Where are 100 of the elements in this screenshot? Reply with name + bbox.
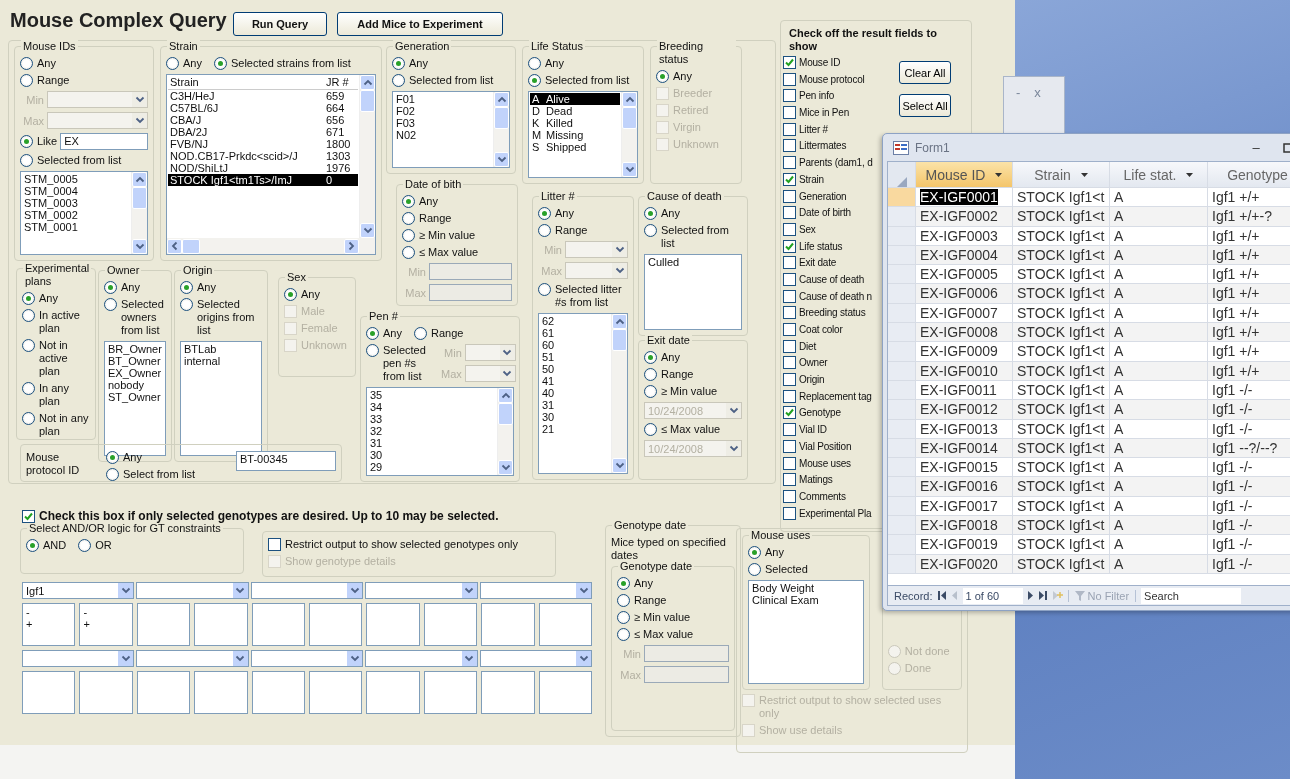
list-item[interactable]: 29 — [368, 461, 496, 473]
column-header[interactable]: Mouse ID — [916, 162, 1013, 188]
list-box[interactable] — [423, 603, 478, 646]
list-item[interactable]: CBA/J 656 — [168, 114, 358, 126]
scroll-thumb[interactable] — [622, 107, 637, 129]
list-box[interactable]: Strain JR # C3H/HeJ 659 C57BL/6J 664 CBA/J 656 DBA/2J 671 FVB/NJ 1800 NOD.CB17-Prkdc<scid>/J 1303 NOD/ShiLtJ 1976 STOCK Igf1<tm1Ts>/ImJ 0 — [166, 74, 376, 255]
list-box[interactable] — [251, 603, 305, 646]
dropdown[interactable] — [22, 650, 135, 667]
list-item[interactable]: STM_0004 — [22, 185, 130, 197]
scroll-up-button[interactable] — [494, 92, 509, 107]
list-box[interactable]: Culled — [644, 254, 742, 330]
radio-button[interactable]: Any — [538, 207, 628, 220]
checkbox[interactable]: Restrict output to show selected genotypes only — [268, 538, 550, 551]
checkbox[interactable]: Strain — [783, 172, 824, 186]
list-item[interactable]: C57BL/6J 664 — [168, 102, 358, 114]
list-item[interactable]: 51 — [540, 351, 610, 363]
list-item[interactable]: 31 — [368, 437, 496, 449]
list-box[interactable] — [136, 671, 191, 714]
list-item[interactable]: STM_0003 — [22, 197, 130, 209]
column-header[interactable]: Life stat. — [1110, 162, 1208, 188]
checkbox[interactable]: Owner — [783, 356, 828, 370]
checkbox[interactable]: Generation — [783, 189, 847, 203]
list-box[interactable] — [366, 671, 420, 714]
checkbox[interactable]: Check this box if only selected genotypes are desired. Up to 10 may be selected. — [22, 510, 499, 523]
list-item[interactable]: FVB/NJ 1800 — [168, 138, 358, 150]
list-box[interactable] — [309, 671, 363, 714]
horizontal-scrollbar[interactable] — [167, 238, 375, 254]
list-box[interactable] — [194, 671, 248, 714]
checkbox[interactable]: Pen info — [783, 89, 835, 103]
list-item[interactable]: BT-00345 — [238, 453, 334, 465]
checkbox[interactable]: Mouse ID — [783, 56, 841, 69]
radio-button[interactable]: Selected from list — [528, 74, 638, 87]
scroll-thumb[interactable] — [494, 107, 509, 129]
list-item[interactable]: 32 — [368, 425, 496, 437]
scroll-up-button[interactable] — [360, 75, 375, 90]
vertical-scrollbar[interactable] — [359, 75, 375, 238]
list-item[interactable]: A Alive — [530, 93, 620, 105]
list-item[interactable]: M Missing — [530, 129, 620, 141]
scroll-up-button[interactable] — [498, 388, 513, 403]
new-record-icon[interactable] — [1052, 591, 1063, 600]
list-item[interactable]: C3H/HeJ 659 — [168, 90, 358, 102]
column-header[interactable]: Genotype — [1208, 162, 1290, 188]
list-box[interactable] — [423, 671, 478, 714]
scroll-thumb[interactable] — [182, 238, 200, 254]
radio-button[interactable]: Any — [656, 70, 736, 83]
list-item[interactable]: STM_0001 — [22, 221, 130, 233]
radio-button[interactable]: Any — [180, 281, 262, 294]
checkbox[interactable]: Date of birth — [783, 206, 851, 220]
radio-button[interactable]: Select from list — [106, 468, 224, 481]
dropdown[interactable] — [136, 650, 249, 667]
list-item[interactable]: 31 — [540, 399, 610, 411]
list-item[interactable]: 35 — [368, 389, 496, 401]
maximize-icon[interactable] — [1282, 142, 1290, 153]
list-item[interactable]: 33 — [368, 413, 496, 425]
list-item[interactable]: F02 — [394, 105, 492, 117]
list-item[interactable]: + — [26, 618, 72, 630]
list-box[interactable]: STM_0005 STM_0004 STM_0003 STM_0002 STM_0001 — [20, 171, 148, 255]
list-item[interactable]: - — [26, 606, 72, 618]
button[interactable]: Run Query — [233, 12, 327, 36]
checkbox[interactable]: Matings — [783, 473, 833, 487]
checkbox[interactable]: Cause of death — [783, 272, 865, 286]
checkbox[interactable]: Exit date — [783, 256, 837, 270]
list-box[interactable] — [22, 671, 76, 714]
dropdown[interactable]: Igf1 — [22, 582, 135, 599]
list-box[interactable]: - + — [79, 603, 133, 646]
list-item[interactable]: 62 — [540, 315, 610, 327]
list-item[interactable]: 30 — [368, 449, 496, 461]
list-box[interactable] — [79, 671, 133, 714]
list-item[interactable]: internal — [182, 355, 260, 367]
checkbox[interactable]: Mouse uses — [783, 456, 851, 470]
radio-button[interactable]: Selected from list — [644, 224, 742, 250]
checkbox[interactable]: Litter # — [783, 122, 828, 136]
scroll-down-button[interactable] — [494, 152, 509, 167]
list-item[interactable]: STM_0005 — [22, 173, 130, 185]
checkbox[interactable]: Littermates — [783, 139, 847, 153]
scroll-down-button[interactable] — [360, 223, 375, 238]
vertical-scrollbar[interactable] — [497, 388, 513, 475]
column-header[interactable]: Strain — [1013, 162, 1110, 188]
list-item[interactable]: Body Weight — [750, 582, 862, 594]
minimize-button[interactable]: – — [1243, 140, 1269, 155]
radio-button[interactable]: Any — [284, 288, 350, 301]
radio-button[interactable]: Any — [104, 281, 166, 294]
checkbox[interactable]: Diet — [783, 339, 816, 353]
list-item[interactable]: Clinical Exam — [750, 594, 862, 606]
previous-record-icon[interactable] — [951, 591, 958, 600]
dropdown[interactable] — [365, 582, 478, 599]
radio-button[interactable]: ≥ Min value — [644, 385, 742, 398]
radio-button[interactable]: ≥ Min value — [402, 229, 512, 242]
radio-button[interactable]: Any — [748, 546, 864, 559]
radio-button[interactable]: Selected pen #s from list — [366, 344, 426, 383]
radio-button[interactable]: Selected origins from list — [180, 298, 262, 337]
dropdown[interactable] — [136, 582, 249, 599]
list-box[interactable] — [481, 603, 535, 646]
radio-button[interactable]: Any — [166, 57, 202, 70]
list-item[interactable]: STM_0002 — [22, 209, 130, 221]
dropdown[interactable] — [479, 650, 593, 667]
radio-button[interactable]: Selected from list — [392, 74, 510, 87]
list-item[interactable]: NOD.CB17-Prkdc<scid>/J 1303 — [168, 150, 358, 162]
radio-button[interactable]: OR — [78, 539, 112, 552]
vertical-scrollbar[interactable] — [621, 92, 637, 177]
